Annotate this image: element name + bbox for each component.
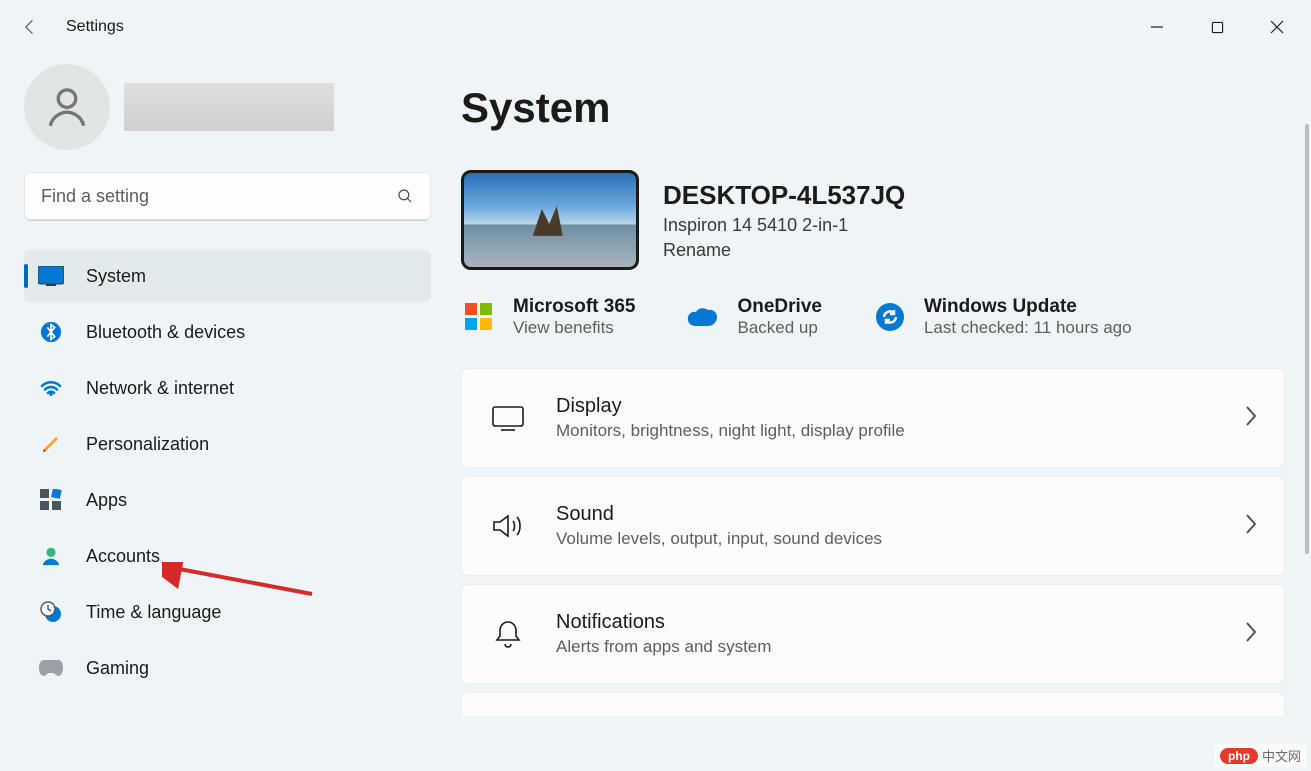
maximize-button[interactable] <box>1187 7 1247 47</box>
status-title: Microsoft 365 <box>513 296 635 318</box>
chevron-right-icon <box>1244 513 1258 540</box>
watermark-badge: php <box>1220 748 1258 764</box>
maximize-icon <box>1211 21 1224 34</box>
minimize-icon <box>1150 20 1164 34</box>
titlebar: Settings <box>0 0 1311 54</box>
search-box[interactable] <box>24 172 431 220</box>
desktop-thumbnail[interactable] <box>461 170 639 270</box>
device-model: Inspiron 14 5410 2-in-1 <box>663 215 905 236</box>
minimize-button[interactable] <box>1127 7 1187 47</box>
card-sub: Monitors, brightness, night light, displ… <box>556 421 905 441</box>
nav-label: Time & language <box>86 602 221 623</box>
card-title: Sound <box>556 503 882 526</box>
window-controls <box>1127 7 1307 47</box>
scrollbar[interactable] <box>1305 124 1309 554</box>
chevron-right-icon <box>1244 405 1258 432</box>
card-notifications[interactable]: Notifications Alerts from apps and syste… <box>461 584 1285 684</box>
card-title: Notifications <box>556 611 771 634</box>
paintbrush-icon <box>38 431 64 457</box>
sidebar: System Bluetooth & devices Network & int… <box>0 54 455 771</box>
search-input[interactable] <box>41 186 358 207</box>
card-sub: Alerts from apps and system <box>556 637 771 657</box>
nav-label: Accounts <box>86 546 160 567</box>
windows-update-icon <box>872 299 908 335</box>
sound-icon <box>488 512 528 540</box>
watermark: php 中文网 <box>1214 744 1307 767</box>
gamepad-icon <box>38 655 64 681</box>
nav-item-apps[interactable]: Apps <box>24 474 431 526</box>
microsoft-365-icon <box>461 299 497 335</box>
device-name: DESKTOP-4L537JQ <box>663 180 905 211</box>
status-update[interactable]: Windows Update Last checked: 11 hours ag… <box>872 296 1132 338</box>
status-m365[interactable]: Microsoft 365 View benefits <box>461 296 635 338</box>
accounts-icon <box>38 543 64 569</box>
close-button[interactable] <box>1247 7 1307 47</box>
nav-label: Bluetooth & devices <box>86 322 245 343</box>
bluetooth-icon <box>38 319 64 345</box>
wifi-icon <box>38 375 64 401</box>
nav-item-network[interactable]: Network & internet <box>24 362 431 414</box>
system-icon <box>38 263 64 289</box>
status-sub: View benefits <box>513 318 635 338</box>
status-title: Windows Update <box>924 296 1132 318</box>
card-sub: Volume levels, output, input, sound devi… <box>556 529 882 549</box>
rename-link[interactable]: Rename <box>663 240 905 261</box>
user-name <box>124 83 334 131</box>
status-row: Microsoft 365 View benefits OneDrive Bac… <box>461 296 1285 338</box>
nav-label: System <box>86 266 146 287</box>
bell-icon <box>488 619 528 649</box>
status-sub: Backed up <box>737 318 821 338</box>
close-icon <box>1270 20 1284 34</box>
apps-icon <box>38 487 64 513</box>
nav-label: Personalization <box>86 434 209 455</box>
search-icon <box>396 187 414 205</box>
back-arrow-icon <box>20 17 40 37</box>
content-area: System DESKTOP-4L537JQ Inspiron 14 5410 … <box>455 54 1311 771</box>
nav-item-personalization[interactable]: Personalization <box>24 418 431 470</box>
status-sub: Last checked: 11 hours ago <box>924 318 1132 338</box>
nav-item-accounts[interactable]: Accounts <box>24 530 431 582</box>
nav-item-bluetooth[interactable]: Bluetooth & devices <box>24 306 431 358</box>
watermark-text: 中文网 <box>1262 746 1301 765</box>
nav-label: Network & internet <box>86 378 234 399</box>
user-icon <box>42 82 92 132</box>
status-onedrive[interactable]: OneDrive Backed up <box>685 296 821 338</box>
nav-label: Apps <box>86 490 127 511</box>
window-title: Settings <box>66 18 124 36</box>
device-summary: DESKTOP-4L537JQ Inspiron 14 5410 2-in-1 … <box>461 170 1285 270</box>
nav-list: System Bluetooth & devices Network & int… <box>24 250 431 694</box>
settings-cards: Display Monitors, brightness, night ligh… <box>461 368 1285 716</box>
nav-item-time[interactable]: Time & language <box>24 586 431 638</box>
avatar <box>24 64 110 150</box>
card-sound[interactable]: Sound Volume levels, output, input, soun… <box>461 476 1285 576</box>
nav-item-gaming[interactable]: Gaming <box>24 642 431 694</box>
status-title: OneDrive <box>737 296 821 318</box>
card-title: Display <box>556 395 905 418</box>
clock-globe-icon <box>38 599 64 625</box>
chevron-right-icon <box>1244 621 1258 648</box>
back-button[interactable] <box>10 7 50 47</box>
nav-label: Gaming <box>86 658 149 679</box>
user-account-row[interactable] <box>24 64 431 150</box>
nav-item-system[interactable]: System <box>24 250 431 302</box>
display-icon <box>488 405 528 431</box>
card-next-peek[interactable] <box>461 692 1285 716</box>
page-title: System <box>461 84 1285 132</box>
onedrive-icon <box>685 299 721 335</box>
card-display[interactable]: Display Monitors, brightness, night ligh… <box>461 368 1285 468</box>
